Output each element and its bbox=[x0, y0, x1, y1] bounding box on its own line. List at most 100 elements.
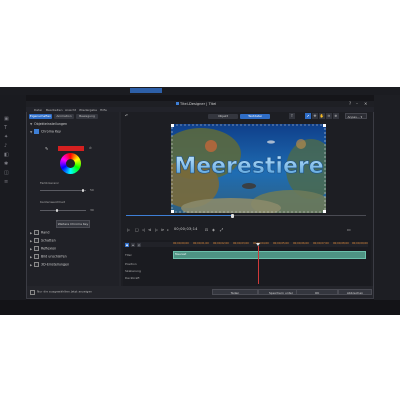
section-chroma-key[interactable]: ▼ Chroma Key bbox=[30, 129, 61, 134]
host-left-toolbar: ▣ T ✦ ♪ ◧ ✱ ◫ ≡ bbox=[0, 95, 26, 315]
audio-icon[interactable]: ♪ bbox=[4, 144, 10, 149]
particle-icon[interactable]: ✱ bbox=[4, 162, 10, 167]
close-icon[interactable]: ✕ bbox=[364, 101, 367, 106]
zoom-in-icon[interactable]: ⊕ bbox=[333, 113, 339, 119]
preview-scrubber-thumb[interactable] bbox=[231, 213, 234, 218]
kanten-slider-thumb[interactable] bbox=[56, 209, 58, 212]
ruler-tick: 00;00;07;00 bbox=[313, 242, 329, 245]
volume-icon[interactable]: ◈ bbox=[212, 227, 215, 232]
eyedropper-icon[interactable]: ✎ bbox=[45, 146, 48, 151]
preview-scrubber-progress bbox=[126, 215, 232, 216]
previous-frame-icon[interactable]: ◁ bbox=[142, 227, 145, 232]
host-right-panel bbox=[374, 95, 400, 315]
show-selected-label: Nur die ausgewählten Jetzt anzeigen bbox=[37, 289, 93, 294]
track-titel-label: Titel bbox=[125, 253, 132, 257]
track-skalierung-label: Skalierung bbox=[125, 269, 141, 273]
properties-panel bbox=[27, 112, 119, 286]
host-active-tab[interactable] bbox=[130, 88, 162, 93]
tab-bewegung[interactable]: Bewegung bbox=[76, 114, 98, 119]
ruler-tick: 00;00;05;00 bbox=[273, 242, 289, 245]
menu-datei[interactable]: Datei bbox=[34, 108, 42, 112]
host-bottom-bar bbox=[0, 300, 400, 315]
reflexion-checkbox[interactable] bbox=[34, 246, 39, 251]
prev-icon[interactable]: ⊲ bbox=[148, 227, 151, 232]
zoom-select[interactable]: Anpas... ▾ bbox=[345, 113, 367, 119]
kantenweichheit-label: Kantenweichheit bbox=[40, 200, 66, 204]
section-objekteinstellungen[interactable]: ▼ Objekteinstellungen bbox=[30, 122, 67, 127]
menu-hilfe[interactable]: Hilfe bbox=[100, 108, 107, 112]
keyframe-add-icon[interactable]: + bbox=[131, 242, 135, 247]
pip-icon[interactable]: ◫ bbox=[4, 171, 10, 176]
ok-button[interactable]: OK bbox=[296, 289, 338, 295]
help-icon[interactable]: ? bbox=[349, 101, 351, 106]
stop-icon[interactable]: □ bbox=[135, 227, 139, 232]
underwater-preview-image: Meerestiere bbox=[171, 124, 326, 213]
safe-zone-icon[interactable]: ▭ bbox=[347, 227, 351, 232]
toleranz-label: Farbtoleranz bbox=[40, 181, 59, 185]
dialog-title: Titel-Designer | Titel bbox=[180, 101, 217, 106]
preview-canvas[interactable]: Meerestiere bbox=[171, 124, 326, 213]
key-color-swatch[interactable] bbox=[58, 146, 84, 151]
schatten-checkbox[interactable] bbox=[34, 238, 39, 243]
fast-forward-icon[interactable]: ▹ bbox=[167, 227, 169, 232]
ruler-tick: 00;00;02;00 bbox=[213, 242, 229, 245]
play-icon[interactable]: ▷ bbox=[127, 227, 130, 232]
next-frame-icon[interactable]: ⊳ bbox=[161, 227, 164, 232]
ruler-tick: 00;00;01;00 bbox=[193, 242, 209, 245]
show-selected-checkbox[interactable] bbox=[30, 290, 35, 295]
kanten-value[interactable]: 30 bbox=[90, 208, 94, 212]
reset-color-icon[interactable]: ⊘ bbox=[89, 146, 92, 150]
transition-icon[interactable]: ◧ bbox=[4, 153, 10, 158]
fullscreen-icon[interactable]: ⤢ bbox=[220, 227, 223, 232]
3d-checkbox[interactable] bbox=[34, 262, 39, 267]
mode-textdatei-button[interactable]: Textdatei bbox=[240, 114, 270, 119]
share-button[interactable]: Teilen bbox=[212, 289, 258, 295]
title-clip[interactable] bbox=[173, 251, 366, 259]
select-tool-icon[interactable]: ➚ bbox=[305, 113, 311, 119]
kanten-slider-track[interactable] bbox=[40, 210, 86, 211]
show-selected-footer: Nur die ausgewählten Jetzt anzeigen bbox=[27, 288, 119, 296]
menu-ansicht[interactable]: Ansicht bbox=[65, 108, 76, 112]
keyframe-prev-icon[interactable]: ◆ bbox=[125, 242, 129, 247]
chroma-key-checkbox[interactable] bbox=[34, 129, 39, 134]
app-logo-icon bbox=[176, 102, 179, 105]
hand-tool-icon[interactable]: ✋ bbox=[319, 113, 325, 119]
ruler-tick: 00;00;08;00 bbox=[333, 242, 349, 245]
zoom-out-icon[interactable]: ⊖ bbox=[326, 113, 332, 119]
tab-eigenschaften[interactable]: Eigenschaften bbox=[29, 114, 52, 119]
minimize-icon[interactable]: – bbox=[356, 101, 358, 106]
section-3d-einstellungen[interactable]: ▶ 3D-Einstellungen bbox=[30, 262, 69, 267]
timecode-display[interactable]: 00;00;03;14 bbox=[174, 227, 198, 231]
track-position-label: Position bbox=[125, 262, 137, 266]
more-chroma-key-button[interactable]: Weitere Chroma Key bbox=[56, 220, 90, 228]
undo-icon[interactable]: ↶ bbox=[125, 113, 128, 118]
next-icon[interactable]: ▷ bbox=[155, 227, 158, 232]
unschaerfe-checkbox[interactable] bbox=[34, 254, 39, 259]
playhead[interactable] bbox=[258, 246, 259, 284]
rand-checkbox[interactable] bbox=[34, 230, 39, 235]
track-deckkraft-label: Deckkraft bbox=[125, 276, 140, 280]
timeline-header: ◆ + ◇ bbox=[123, 242, 171, 247]
keyframe-next-icon[interactable]: ◇ bbox=[137, 242, 141, 247]
toleranz-slider-thumb[interactable] bbox=[82, 189, 84, 192]
toleranz-value[interactable]: 50 bbox=[90, 188, 94, 192]
effect-icon[interactable]: ✦ bbox=[4, 135, 10, 140]
cancel-button[interactable]: Abbrechen bbox=[338, 289, 372, 295]
snapshot-icon[interactable]: ⊡ bbox=[205, 227, 208, 232]
menu-wiedergabe[interactable]: Wiedergabe bbox=[79, 108, 97, 112]
text-icon[interactable]: T bbox=[4, 126, 10, 131]
section-rand[interactable]: ▶ Rand bbox=[30, 230, 49, 235]
ruler-tick: 00;00;09;00 bbox=[352, 242, 368, 245]
tab-animation[interactable]: Animation bbox=[54, 114, 74, 119]
toleranz-slider-track[interactable] bbox=[40, 190, 86, 191]
preview-title-text[interactable]: Meerestiere bbox=[174, 154, 324, 180]
media-icon[interactable]: ▣ bbox=[4, 117, 10, 122]
menu-bearbeiten[interactable]: Bearbeiten bbox=[46, 108, 62, 112]
section-bild-unschaerfen[interactable]: ▶ Bild unschärfen bbox=[30, 254, 67, 259]
text-tool-icon[interactable]: T bbox=[289, 113, 295, 119]
section-schatten[interactable]: ▶ Schatten bbox=[30, 238, 56, 243]
mode-objekt-button[interactable]: Objekt bbox=[208, 114, 238, 119]
section-reflexion[interactable]: ▶ Reflexion bbox=[30, 246, 56, 251]
move-tool-icon[interactable]: ✥ bbox=[312, 113, 318, 119]
chapter-icon[interactable]: ≡ bbox=[4, 180, 10, 185]
